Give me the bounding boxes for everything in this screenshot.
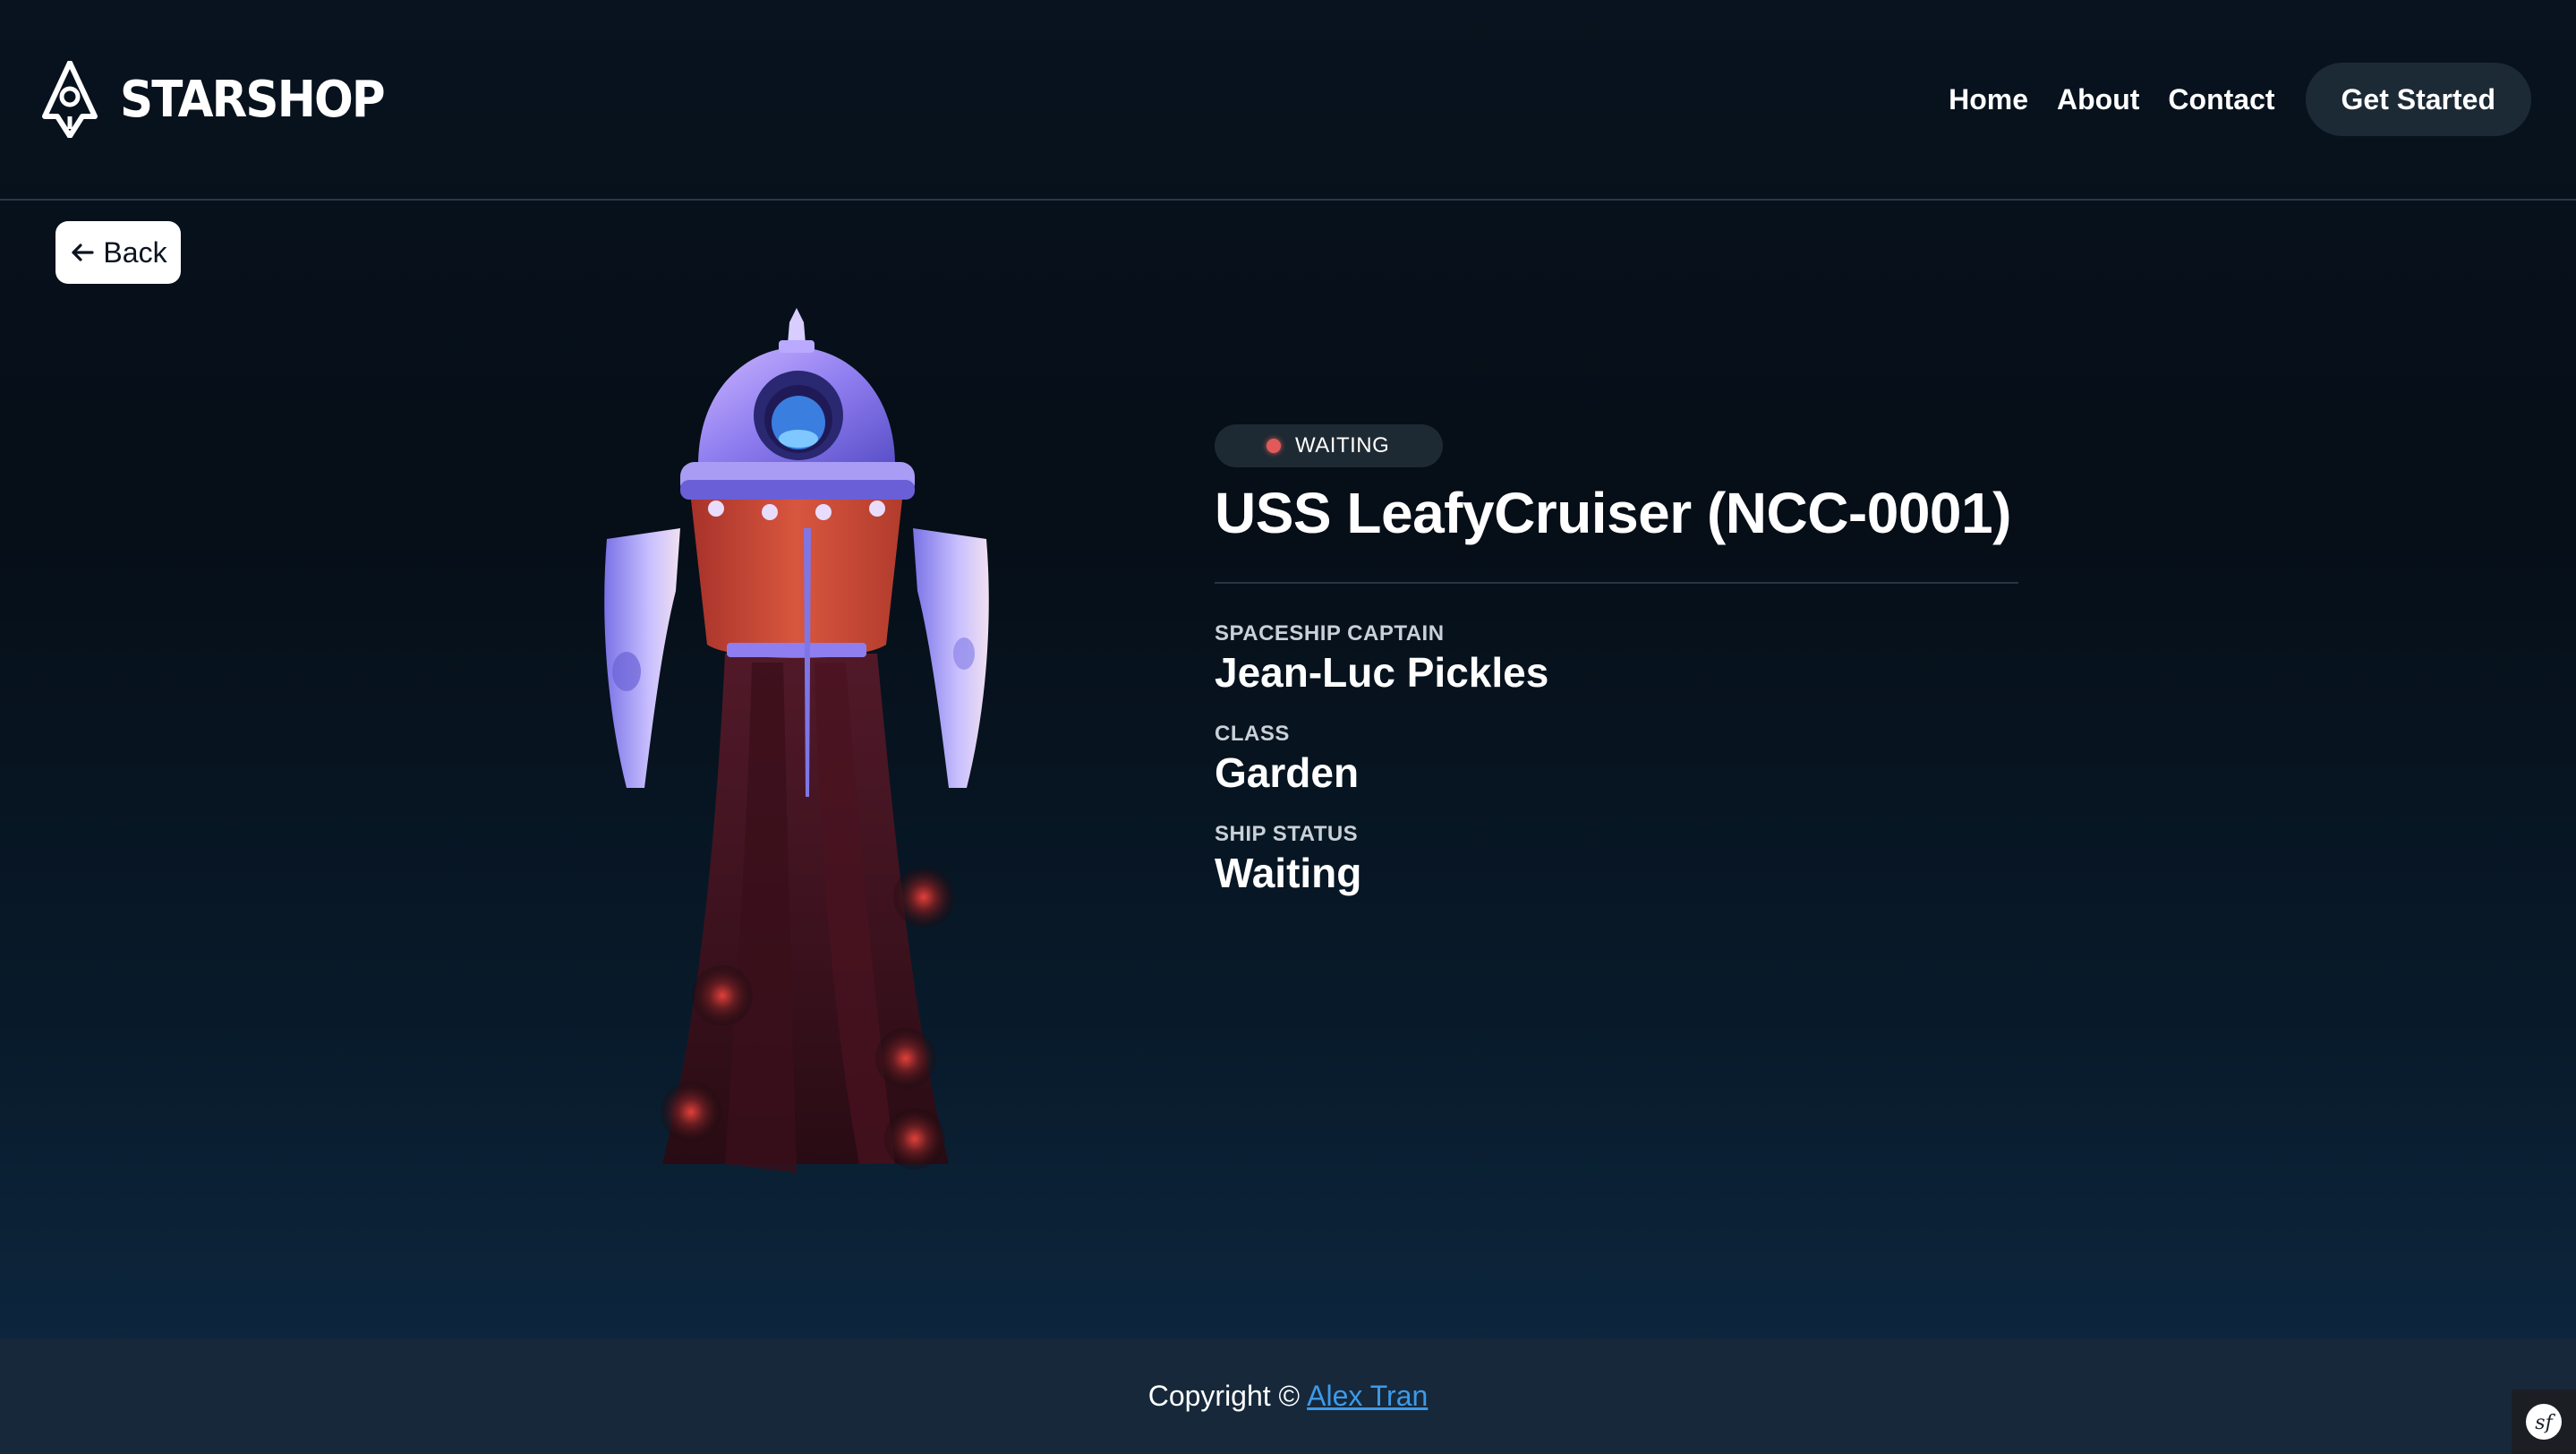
status-badge-label: WAITING: [1295, 433, 1390, 458]
class-label: CLASS: [1215, 722, 1290, 746]
main-nav: Home About Contact Get Started: [1949, 63, 2531, 136]
details-divider: [1215, 582, 2018, 584]
status-dot-icon: [1267, 439, 1281, 453]
nav-home-link[interactable]: Home: [1949, 83, 2028, 116]
symfony-logo: sf: [2526, 1404, 2562, 1440]
ship-status-value: Waiting: [1215, 850, 1362, 896]
symfony-icon[interactable]: sf: [2512, 1390, 2576, 1454]
status-badge: WAITING: [1215, 424, 1444, 467]
brand-name: STARSHOP: [120, 70, 386, 129]
captain-value: Jean-Luc Pickles: [1215, 649, 1549, 696]
back-button-label: Back: [103, 235, 167, 269]
author-link[interactable]: Alex Tran: [1307, 1380, 1428, 1413]
nav-contact-link[interactable]: Contact: [2168, 83, 2274, 116]
site-header: STARSHOP Home About Contact Get Started: [0, 0, 2576, 201]
class-field: CLASS Garden: [1215, 722, 2020, 797]
captain-field: SPACESHIP CAPTAIN Jean-Luc Pickles: [1215, 621, 2020, 697]
nav-about-link[interactable]: About: [2057, 83, 2139, 116]
ship-status-field: SHIP STATUS Waiting: [1215, 822, 2020, 897]
spaceship-illustration: [604, 308, 989, 1173]
class-value: Garden: [1215, 749, 1360, 796]
get-started-button[interactable]: Get Started: [2305, 63, 2531, 136]
ship-title: USS LeafyCruiser (NCC-0001): [1215, 481, 2011, 545]
rocket-logo-icon: [42, 61, 98, 138]
ship-status-label: SHIP STATUS: [1215, 822, 1359, 846]
brand-logo[interactable]: STARSHOP: [39, 61, 407, 138]
site-footer: Copyright © Alex Tran: [0, 1339, 2576, 1454]
captain-label: SPACESHIP CAPTAIN: [1215, 621, 1445, 646]
ship-details: WAITING USS LeafyCruiser (NCC-0001) SPAC…: [1215, 424, 2020, 897]
copyright-text: Copyright ©: [1147, 1380, 1301, 1412]
arrow-left-icon: [72, 244, 95, 261]
back-button[interactable]: Back: [55, 221, 181, 284]
